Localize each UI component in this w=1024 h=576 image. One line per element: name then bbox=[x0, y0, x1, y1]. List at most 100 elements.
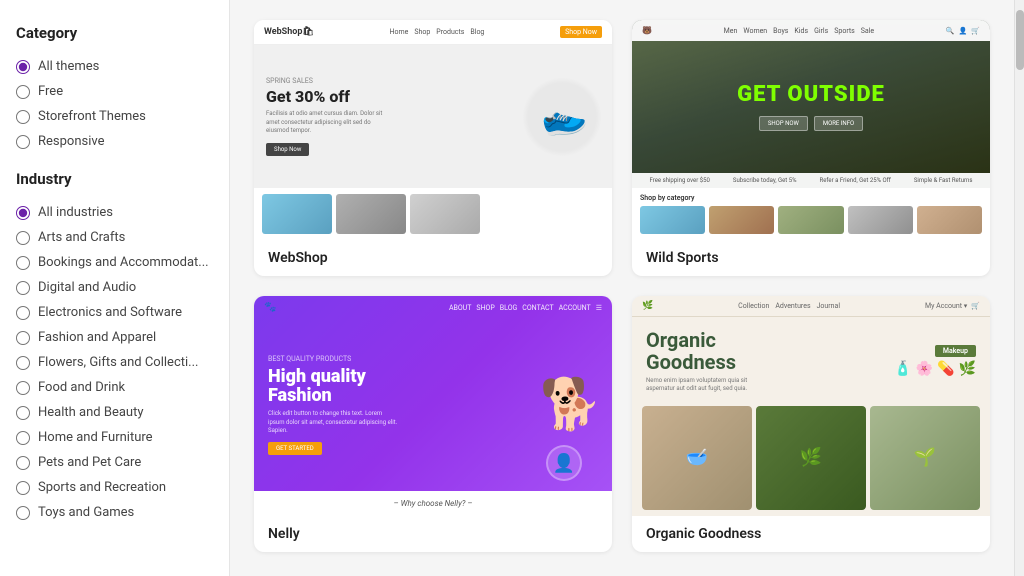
organic-preview: 🌿 Collection Adventures Journal My Accou… bbox=[632, 296, 990, 516]
wild-sports-cat-row bbox=[640, 206, 982, 234]
webshop-sale-tag: SPRING SALES bbox=[266, 77, 386, 85]
nelly-circle-avatar: 👤 bbox=[546, 445, 582, 481]
organic-img-1: 🥣 bbox=[642, 406, 752, 510]
filter-food-label: Food and Drink bbox=[38, 380, 125, 395]
wild-sports-btn-2: MORE INFO bbox=[814, 116, 863, 131]
filter-sports-label: Sports and Recreation bbox=[38, 480, 166, 495]
filter-storefront-themes[interactable]: Storefront Themes bbox=[16, 104, 213, 129]
webshop-hero-desc: Facilisis at odio amet cursus diam. Dolo… bbox=[266, 110, 386, 135]
nelly-cta-btn: GET STARTED bbox=[268, 442, 322, 455]
filter-fashion[interactable]: Fashion and Apparel bbox=[16, 325, 213, 350]
cat-thumb-3 bbox=[778, 206, 843, 234]
filter-flowers-label: Flowers, Gifts and Collecti... bbox=[38, 355, 198, 370]
industry-section-title: Industry bbox=[16, 170, 213, 188]
filter-digital-label: Digital and Audio bbox=[38, 280, 136, 295]
filter-toys-label: Toys and Games bbox=[38, 505, 134, 520]
theme-card-wild-sports[interactable]: 🐻 Men Women Boys Kids Girls Sports Sale … bbox=[632, 20, 990, 276]
wild-sports-btn-1: SHOP NOW bbox=[759, 116, 808, 131]
wild-sports-nav: Men Women Boys Kids Girls Sports Sale bbox=[724, 27, 875, 35]
info-shipping: Free shipping over $50 bbox=[650, 177, 710, 184]
theme-card-organic-goodness[interactable]: 🌿 Collection Adventures Journal My Accou… bbox=[632, 296, 990, 552]
filter-bookings[interactable]: Bookings and Accommodat... bbox=[16, 250, 213, 275]
webshop-thumb-1 bbox=[262, 194, 332, 234]
filter-pets-label: Pets and Pet Care bbox=[38, 455, 141, 470]
industry-filters: All industries Arts and Crafts Bookings … bbox=[16, 200, 213, 525]
filter-arts-crafts[interactable]: Arts and Crafts bbox=[16, 225, 213, 250]
info-refer: Refer a Friend, Get 25% Off bbox=[820, 177, 891, 184]
category-section-title: Category bbox=[16, 24, 213, 42]
scrollbar-thumb[interactable] bbox=[1016, 10, 1024, 70]
webshop-name: WebShop bbox=[254, 240, 612, 276]
nelly-header: 🐾 ABOUT SHOP BLOG CONTACT ACCOUNT ☰ bbox=[254, 296, 612, 319]
filter-electronics[interactable]: Electronics and Software bbox=[16, 300, 213, 325]
filter-responsive[interactable]: Responsive bbox=[16, 129, 213, 154]
wild-sports-logo: 🐻 bbox=[642, 26, 652, 35]
organic-title-line1: Organic bbox=[646, 328, 716, 352]
wild-sports-hero: GET OUTSIDE SHOP NOW MORE INFO bbox=[632, 41, 990, 173]
organic-title-block: Organic Goodness Nemo enim ipsam volupta… bbox=[646, 329, 884, 394]
cat-thumb-2 bbox=[709, 206, 774, 234]
filter-digital-audio[interactable]: Digital and Audio bbox=[16, 275, 213, 300]
webshop-header: WebShop🛍 Home Shop Products Blog Shop No… bbox=[254, 20, 612, 45]
filter-bookings-label: Bookings and Accommodat... bbox=[38, 255, 209, 270]
filter-home-label: Home and Furniture bbox=[38, 430, 153, 445]
wild-sports-title: GET OUTSIDE bbox=[737, 83, 885, 107]
organic-desc: Nemo enim ipsam voluptatem quia sit aspe… bbox=[646, 377, 766, 394]
webshop-thumbnails bbox=[254, 188, 612, 240]
organic-icon-3: 💊 bbox=[937, 361, 954, 377]
info-returns: Simple & Fast Returns bbox=[914, 177, 973, 184]
nelly-preview: 🐾 ABOUT SHOP BLOG CONTACT ACCOUNT ☰ BEST bbox=[254, 296, 612, 516]
wild-sports-header: 🐻 Men Women Boys Kids Girls Sports Sale … bbox=[632, 20, 990, 41]
organic-title-line2: Goodness bbox=[646, 350, 736, 374]
filter-flowers[interactable]: Flowers, Gifts and Collecti... bbox=[16, 350, 213, 375]
webshop-hero: SPRING SALES Get 30% off Facilisis at od… bbox=[254, 45, 612, 188]
nelly-dog-image: 🐕 bbox=[540, 376, 602, 434]
webshop-cta-btn: Shop Now bbox=[560, 26, 602, 38]
shoe-emoji: 👟 bbox=[534, 89, 590, 144]
filter-all-industries-label: All industries bbox=[38, 205, 113, 220]
wild-sports-categories: Shop by category bbox=[632, 188, 990, 240]
nelly-circle-emoji: 👤 bbox=[553, 453, 575, 474]
filter-responsive-label: Responsive bbox=[38, 134, 105, 149]
organic-logo: 🌿 bbox=[642, 301, 653, 311]
organic-header: 🌿 Collection Adventures Journal My Accou… bbox=[632, 296, 990, 317]
wild-sports-cat-title: Shop by category bbox=[640, 194, 982, 202]
filter-all-themes[interactable]: All themes bbox=[16, 54, 213, 79]
organic-bottom-images: 🥣 🌿 🌱 bbox=[632, 400, 990, 516]
organic-icon-4: 🌿 bbox=[959, 361, 976, 377]
filter-pets[interactable]: Pets and Pet Care bbox=[16, 450, 213, 475]
nelly-bg: 🐾 ABOUT SHOP BLOG CONTACT ACCOUNT ☰ BEST bbox=[254, 296, 612, 516]
theme-card-nelly[interactable]: 🐾 ABOUT SHOP BLOG CONTACT ACCOUNT ☰ BEST bbox=[254, 296, 612, 552]
filter-electronics-label: Electronics and Software bbox=[38, 305, 182, 320]
filter-home-furniture[interactable]: Home and Furniture bbox=[16, 425, 213, 450]
filter-all-industries[interactable]: All industries bbox=[16, 200, 213, 225]
nelly-title-line2: Fashion bbox=[268, 386, 398, 406]
filter-all-themes-label: All themes bbox=[38, 59, 99, 74]
webshop-thumb-2 bbox=[336, 194, 406, 234]
filter-food-drink[interactable]: Food and Drink bbox=[16, 375, 213, 400]
webshop-preview: WebShop🛍 Home Shop Products Blog Shop No… bbox=[254, 20, 612, 240]
right-scrollbar[interactable] bbox=[1014, 0, 1024, 576]
organic-img-2: 🌿 bbox=[756, 406, 866, 510]
organic-hero: Organic Goodness Nemo enim ipsam volupta… bbox=[632, 317, 990, 400]
webshop-hero-cta: Shop Now bbox=[266, 143, 309, 156]
filter-toys-games[interactable]: Toys and Games bbox=[16, 500, 213, 525]
wild-sports-bg: 🐻 Men Women Boys Kids Girls Sports Sale … bbox=[632, 20, 990, 240]
info-subscribe: Subscribe today, Get 5% bbox=[733, 177, 797, 184]
filter-health-beauty[interactable]: Health and Beauty bbox=[16, 400, 213, 425]
filter-free[interactable]: Free bbox=[16, 79, 213, 104]
filter-storefront-label: Storefront Themes bbox=[38, 109, 146, 124]
organic-img-3: 🌱 bbox=[870, 406, 980, 510]
wild-sports-name: Wild Sports bbox=[632, 240, 990, 276]
organic-icon-1: 🧴 bbox=[894, 361, 911, 377]
filter-fashion-label: Fashion and Apparel bbox=[38, 330, 156, 345]
webshop-hero-title: Get 30% off bbox=[266, 87, 386, 106]
filter-sports[interactable]: Sports and Recreation bbox=[16, 475, 213, 500]
wild-sports-icons: 🔍 👤 🛒 bbox=[946, 27, 980, 35]
nelly-name: Nelly bbox=[254, 516, 612, 552]
organic-title: Organic Goodness bbox=[646, 329, 884, 373]
theme-card-webshop[interactable]: WebShop🛍 Home Shop Products Blog Shop No… bbox=[254, 20, 612, 276]
sidebar: Category All themes Free Storefront Them… bbox=[0, 0, 230, 576]
webshop-hero-text: SPRING SALES Get 30% off Facilisis at od… bbox=[266, 77, 386, 155]
cat-thumb-5 bbox=[917, 206, 982, 234]
